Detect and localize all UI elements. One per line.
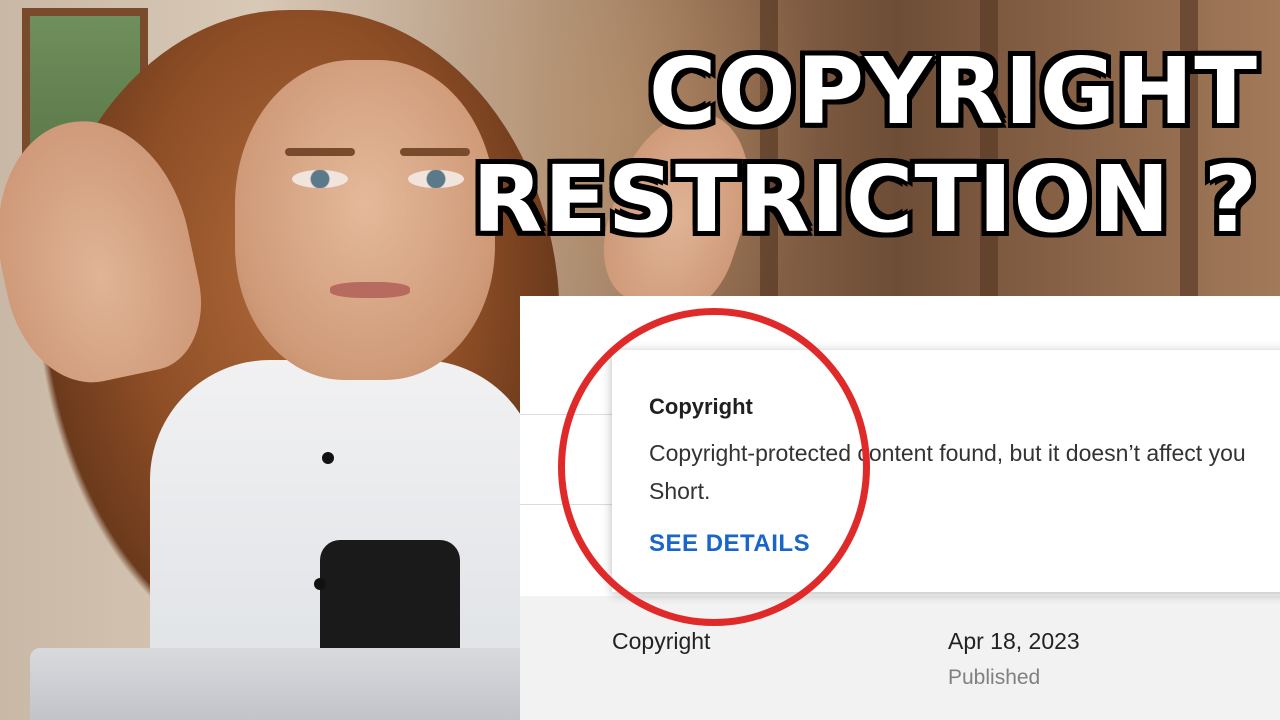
- date-cell: Apr 18, 2023: [948, 628, 1080, 654]
- person-eyebrow: [285, 148, 355, 156]
- restriction-label[interactable]: Copyright: [612, 628, 710, 655]
- shirt-button: [314, 578, 326, 590]
- person-eye: [408, 170, 464, 188]
- person-undershirt: [320, 540, 460, 660]
- annotation-circle-icon: [558, 308, 870, 626]
- table-row-background: [520, 596, 1280, 720]
- headline-line-1: COPYRIGHT: [648, 38, 1258, 145]
- headline-line-2: RESTRICTION ?: [472, 146, 1258, 253]
- laptop: [30, 648, 530, 720]
- person-eye: [292, 170, 348, 188]
- person-eyebrow: [400, 148, 470, 156]
- status-cell: Published: [948, 666, 1041, 689]
- person-mouth: [330, 282, 410, 298]
- person-face: [235, 60, 495, 380]
- shirt-button: [322, 452, 334, 464]
